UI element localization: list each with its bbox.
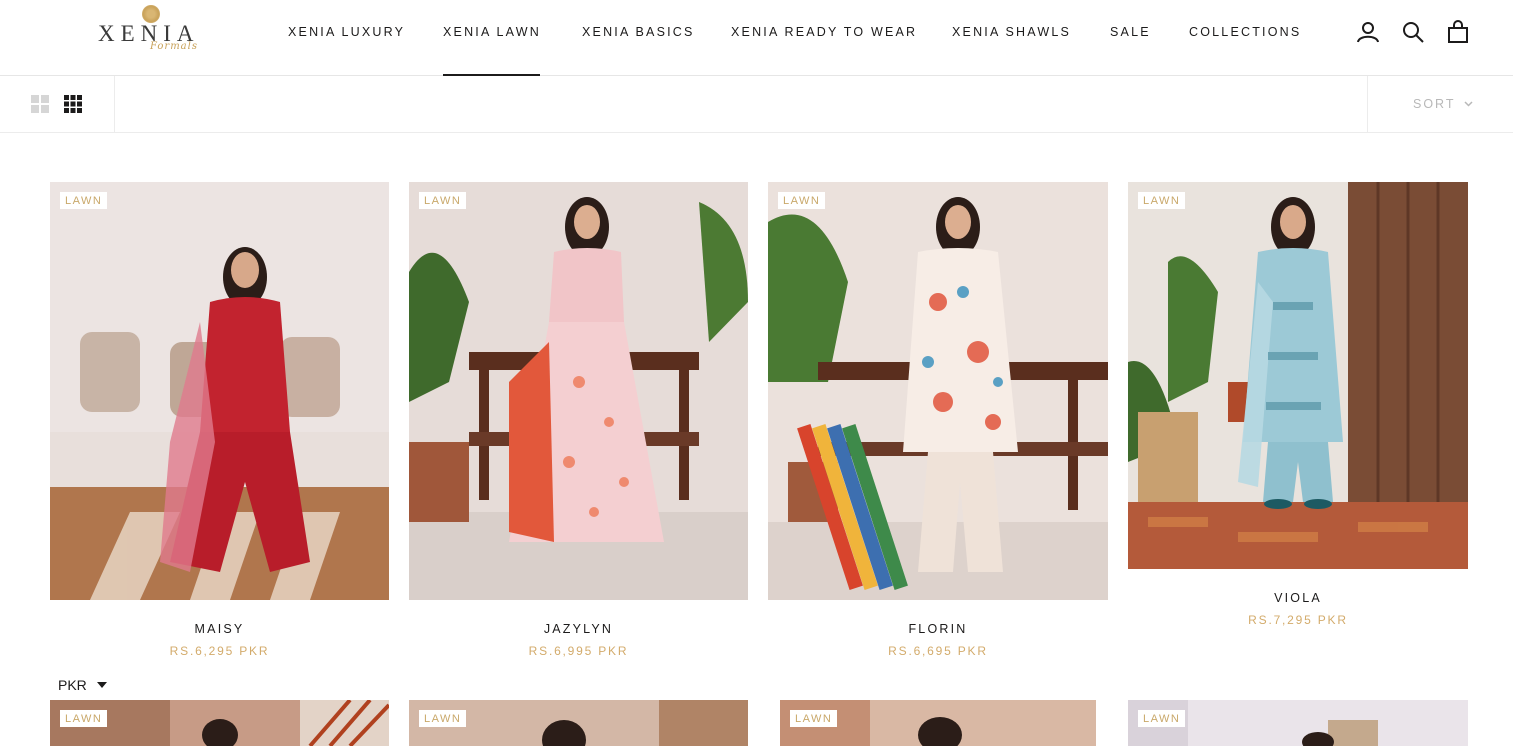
logo-tagline: Formals (150, 41, 198, 52)
currency-value: PKR (58, 677, 87, 693)
product-image[interactable]: LAWN (1128, 700, 1468, 746)
caret-down-icon (96, 682, 107, 688)
product-card[interactable]: LAWN (780, 700, 1096, 746)
grid-3-icon[interactable] (63, 94, 83, 114)
nav-item-sale[interactable]: SALE (1110, 25, 1151, 39)
product-price: RS.6,695 PKR (888, 644, 988, 658)
product-card-florin[interactable]: LAWN FLORIN RS.6,695 PKR (768, 182, 1108, 662)
product-badge: LAWN (419, 710, 467, 727)
currency-selector[interactable]: PKR (58, 677, 107, 693)
nav-item-xenia-shawls[interactable]: XENIA SHAWLS (952, 25, 1071, 39)
product-title[interactable]: FLORIN (768, 622, 1108, 636)
product-title[interactable]: VIOLA (1128, 591, 1468, 605)
product-image[interactable]: LAWN (1128, 182, 1468, 569)
product-badge: LAWN (1138, 710, 1186, 727)
product-card-maisy[interactable]: LAWN MAISY RS.6,295 PKR (50, 182, 389, 662)
sort-label: SORT (1413, 97, 1456, 111)
product-badge: LAWN (790, 710, 838, 727)
product-image[interactable]: LAWN (50, 700, 389, 746)
product-card[interactable]: LAWN (50, 700, 389, 746)
product-image[interactable]: LAWN (780, 700, 1096, 746)
toolbar-divider (114, 76, 115, 133)
product-image[interactable]: LAWN (50, 182, 389, 600)
product-badge: LAWN (419, 192, 467, 209)
product-price: RS.6,295 PKR (169, 644, 270, 658)
account-icon[interactable] (1356, 20, 1380, 44)
collection-toolbar: SORT (0, 76, 1513, 133)
nav-item-xenia-ready-to-wear[interactable]: XENIA READY TO WEAR (731, 25, 917, 39)
product-price: RS.7,295 PKR (1248, 613, 1348, 627)
product-badge: LAWN (778, 192, 826, 209)
sort-button[interactable]: SORT (1413, 97, 1473, 111)
chevron-down-icon (1463, 101, 1473, 107)
cart-icon[interactable] (1446, 20, 1470, 44)
product-title[interactable]: JAZYLYN (409, 622, 748, 636)
product-title[interactable]: MAISY (50, 622, 389, 636)
product-card[interactable]: LAWN (409, 700, 748, 746)
nav-item-xenia-lawn[interactable]: XENIA LAWN (443, 25, 541, 39)
nav-item-xenia-luxury[interactable]: XENIA LUXURY (288, 25, 405, 39)
nav-item-collections[interactable]: COLLECTIONS (1189, 25, 1301, 39)
product-image[interactable]: LAWN (768, 182, 1108, 600)
grid-2-icon[interactable] (30, 94, 50, 114)
product-badge: LAWN (1138, 192, 1186, 209)
toolbar-divider (1367, 76, 1368, 133)
product-image[interactable]: LAWN (409, 182, 748, 600)
site-header: XENIA Formals XENIA LUXURY XENIA LAWN XE… (0, 0, 1513, 76)
product-image[interactable]: LAWN (409, 700, 748, 746)
product-badge: LAWN (60, 192, 108, 209)
product-card[interactable]: LAWN (1128, 700, 1468, 746)
product-card-viola[interactable]: LAWN VIOLA RS.7,295 PKR (1128, 182, 1468, 632)
product-price: RS.6,995 PKR (528, 644, 629, 658)
nav-item-xenia-basics[interactable]: XENIA BASICS (582, 25, 695, 39)
brand-logo[interactable]: XENIA Formals (98, 5, 208, 61)
search-icon[interactable] (1401, 20, 1425, 44)
product-badge: LAWN (60, 710, 108, 727)
product-card-jazylyn[interactable]: LAWN JAZYLYN RS.6,995 PKR (409, 182, 748, 662)
